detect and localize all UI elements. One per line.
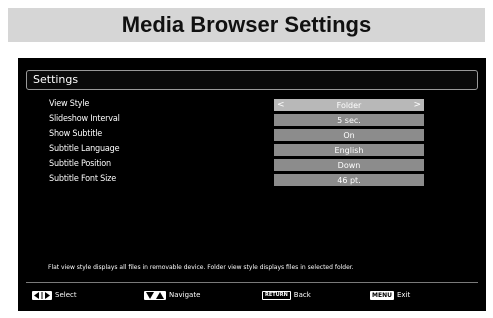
setting-value-selector[interactable]: English [274,144,424,156]
settings-list: View Style < Folder > Slideshow Interval… [18,98,486,188]
setting-row-subtitle-position[interactable]: Subtitle Position Down [18,158,486,173]
help-text: Flat view style displays all files in re… [48,264,354,271]
setting-label: Subtitle Font Size [49,174,117,184]
hint-exit: MENU Exit [370,289,410,301]
arrow-right-icon[interactable]: > [413,99,421,111]
up-down-arrow-keys-icon [144,290,166,300]
setting-row-slideshow-interval[interactable]: Slideshow Interval 5 sec. [18,113,486,128]
hint-navigate: Navigate [144,289,200,301]
hint-label: Back [293,291,311,299]
setting-label: Subtitle Language [49,144,120,154]
setting-value-selector[interactable]: 46 pt. [274,174,424,186]
settings-panel-title: Settings [33,73,79,86]
return-key-icon: RETURN [262,290,291,300]
setting-value: 46 pt. [337,175,361,185]
setting-label: Slideshow Interval [49,114,120,124]
setting-label: Show Subtitle [49,129,103,139]
hint-select: Select [32,289,77,301]
setting-row-show-subtitle[interactable]: Show Subtitle On [18,128,486,143]
setting-value: English [334,145,364,155]
hint-label: Exit [396,291,411,299]
hint-label: Navigate [169,291,201,299]
hint-label: Select [55,291,77,299]
setting-value: Folder [336,100,362,110]
setting-value: Down [337,160,361,170]
settings-panel-title-bar: Settings [26,70,478,90]
left-right-arrow-keys-icon [32,290,52,300]
footer-hints: Select Navigate RETURN Back MENU Exit [18,289,486,303]
menu-key-icon: MENU [370,290,394,300]
setting-value-selector[interactable]: 5 sec. [274,114,424,126]
footer-divider [26,282,478,283]
page-title: Media Browser Settings [121,12,372,37]
setting-value-selector[interactable]: < Folder > [274,99,424,111]
setting-label: Subtitle Position [49,159,111,169]
setting-label: View Style [49,99,90,109]
setting-value-selector[interactable]: On [274,129,424,141]
setting-value: 5 sec. [337,115,361,125]
arrow-left-icon[interactable]: < [277,99,285,111]
page-header: Media Browser Settings [8,8,485,42]
hint-back: RETURN Back [262,289,311,301]
setting-row-view-style[interactable]: View Style < Folder > [18,98,486,113]
setting-value-selector[interactable]: Down [274,159,424,171]
setting-value: On [343,130,355,140]
tv-screen: Settings View Style < Folder > Slideshow… [18,58,486,311]
setting-row-subtitle-font-size[interactable]: Subtitle Font Size 46 pt. [18,173,486,188]
setting-row-subtitle-language[interactable]: Subtitle Language English [18,143,486,158]
